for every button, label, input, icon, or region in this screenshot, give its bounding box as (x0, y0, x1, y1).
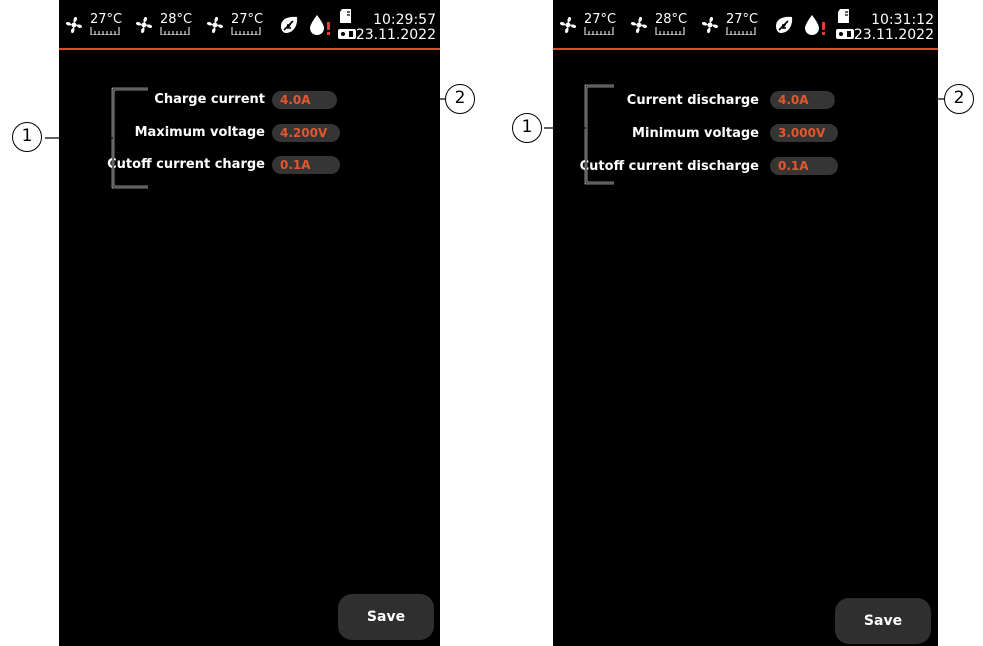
callout-2-left: 2 (445, 84, 475, 114)
callout-2-right: 2 (944, 84, 974, 114)
callout-1-left: 1 (12, 122, 42, 152)
annotation-lines (45, 84, 944, 189)
callout-1-right: 1 (512, 113, 542, 143)
left-bracket (111, 87, 148, 189)
right-bracket (584, 84, 614, 185)
